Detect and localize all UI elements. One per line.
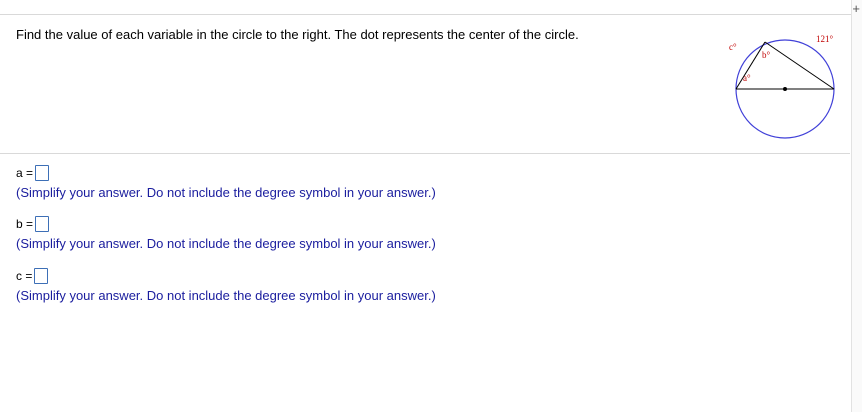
answer-row-b: b = [16, 214, 436, 234]
answer-hint-c: (Simplify your answer. Do not include th… [16, 288, 436, 303]
answer-c: c = (Simplify your answer. Do not includ… [16, 266, 436, 303]
answer-row-c: c = [16, 266, 436, 286]
resize-handle-icon[interactable]: + [852, 2, 860, 15]
section-divider [0, 153, 850, 154]
variable-label-c: c = [16, 269, 33, 283]
label-c: c° [729, 42, 737, 52]
label-a: a° [743, 73, 751, 83]
answer-input-c[interactable] [34, 268, 49, 284]
answer-b: b = (Simplify your answer. Do not includ… [16, 214, 436, 251]
top-divider [0, 14, 862, 15]
answer-hint-a: (Simplify your answer. Do not include th… [16, 185, 436, 200]
variable-label-a: a = [16, 166, 34, 180]
answer-input-b[interactable] [35, 216, 50, 232]
answer-a: a = (Simplify your answer. Do not includ… [16, 163, 436, 200]
chord-right [764, 41, 835, 90]
answer-row-a: a = [16, 163, 436, 183]
scrollbar[interactable]: + [851, 0, 862, 412]
answer-input-a[interactable] [35, 165, 50, 181]
label-b: b° [762, 50, 771, 60]
question-instructions: Find the value of each variable in the c… [16, 27, 579, 42]
center-dot [783, 87, 787, 91]
circle-figure: c° b° a° 121° [729, 34, 835, 139]
variable-label-b: b = [16, 217, 34, 231]
answer-hint-b: (Simplify your answer. Do not include th… [16, 236, 436, 251]
arc-label: 121° [816, 34, 834, 44]
